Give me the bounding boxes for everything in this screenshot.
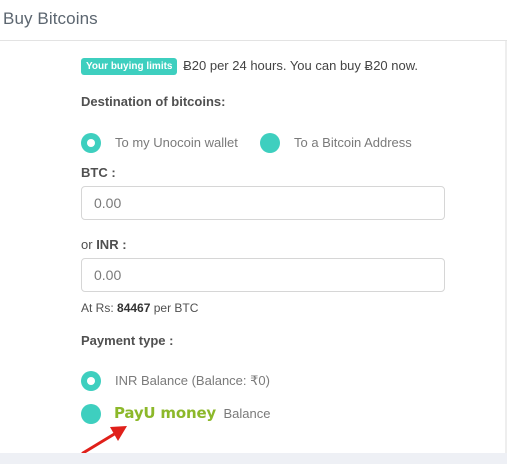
radio-inr-balance-label[interactable]: INR Balance (Balance: ₹0) xyxy=(115,373,270,389)
radio-inr-balance[interactable] xyxy=(81,371,101,391)
radio-bitcoin-address[interactable] xyxy=(260,133,280,153)
inr-label: or INR : xyxy=(81,237,127,252)
payumoney-option[interactable]: PayU money Balance xyxy=(114,404,270,426)
footer-band xyxy=(0,453,507,464)
radio-unocoin-wallet-label[interactable]: To my Unocoin wallet xyxy=(115,135,238,150)
inr-amount-input[interactable] xyxy=(81,258,445,292)
rate-suffix: per BTC xyxy=(153,301,199,315)
exchange-rate: At Rs: 84467 per BTC xyxy=(81,301,198,315)
inr-label-text: INR : xyxy=(96,237,127,252)
buying-limits: Your buying limits Ƀ20 per 24 hours. You… xyxy=(81,58,418,76)
page-header: Buy Bitcoins xyxy=(0,0,507,41)
rate-value: 84467 xyxy=(117,301,151,315)
page-title: Buy Bitcoins xyxy=(3,9,98,28)
red-arrow-icon xyxy=(81,426,127,455)
payumoney-balance-label: Balance xyxy=(223,406,271,421)
btc-amount-input[interactable] xyxy=(81,186,445,220)
radio-unocoin-wallet[interactable] xyxy=(81,133,101,153)
radio-payumoney-balance[interactable] xyxy=(81,404,101,424)
payment-type-label: Payment type : xyxy=(81,333,174,348)
btc-label: BTC : xyxy=(81,165,116,180)
radio-bitcoin-address-label[interactable]: To a Bitcoin Address xyxy=(294,135,412,150)
rate-prefix: At Rs: xyxy=(81,301,114,315)
buying-limits-text: Ƀ20 per 24 hours. You can buy Ƀ20 now. xyxy=(183,58,419,73)
buying-limits-badge: Your buying limits xyxy=(81,58,178,75)
inr-label-prefix: or xyxy=(81,237,93,252)
payumoney-logo-icon: PayU money xyxy=(114,404,216,422)
destination-label: Destination of bitcoins: xyxy=(81,94,226,109)
